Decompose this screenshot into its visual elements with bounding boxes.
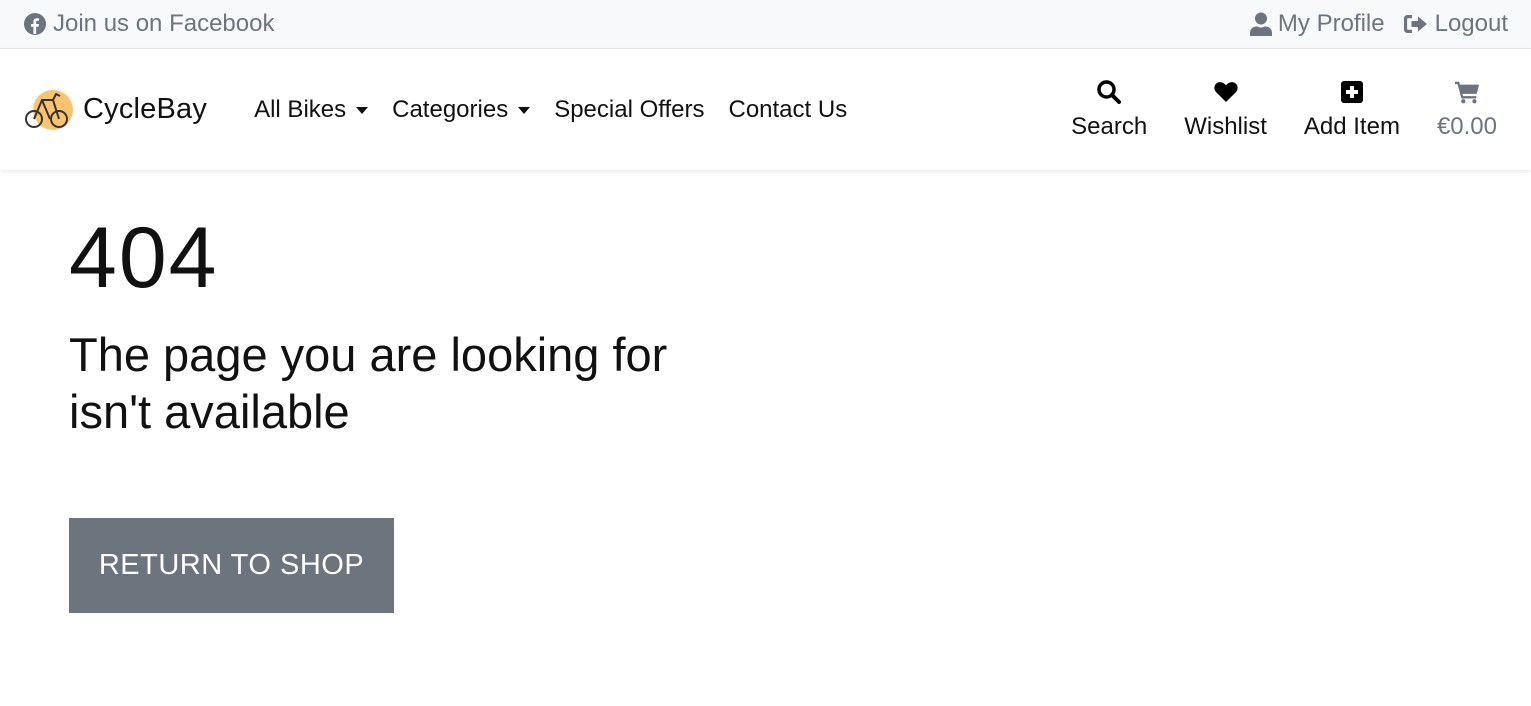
heart-icon <box>1213 81 1238 102</box>
facebook-link[interactable]: Join us on Facebook <box>23 10 274 38</box>
my-profile-label: My Profile <box>1277 10 1385 37</box>
wishlist-button[interactable]: Wishlist <box>1184 79 1267 141</box>
search-label: Search <box>1071 112 1148 140</box>
cart-button[interactable]: €0.00 <box>1437 79 1497 141</box>
nav-special-offers[interactable]: Special Offers <box>554 96 704 124</box>
user-icon <box>1249 12 1272 36</box>
nav-categories-label: Categories <box>392 95 509 123</box>
facebook-link-label: Join us on Facebook <box>53 10 275 37</box>
cart-icon <box>1454 81 1480 103</box>
caret-down-icon <box>356 107 369 114</box>
nav-categories-dropdown[interactable]: Categories <box>392 95 531 124</box>
return-to-shop-button[interactable]: RETURN TO SHOP <box>69 518 394 613</box>
error-code: 404 <box>69 210 219 306</box>
error-page-content: 404 The page you are looking for isn't a… <box>0 170 1531 613</box>
nav-all-bikes-label: All Bikes <box>254 95 347 123</box>
brand-name: CycleBay <box>83 93 208 125</box>
nav-contact-us-label: Contact Us <box>728 95 848 123</box>
plus-square-icon <box>1340 80 1363 103</box>
caret-down-icon <box>518 107 531 114</box>
add-item-button[interactable]: Add Item <box>1304 79 1400 141</box>
brand-home-link[interactable]: CycleBay <box>23 88 207 132</box>
search-button[interactable]: Search <box>1071 79 1147 141</box>
add-item-label: Add Item <box>1303 112 1400 140</box>
nav-links: All Bikes Categories Special Offers Cont… <box>254 96 871 124</box>
main-navbar: CycleBay All Bikes Categories Special Of… <box>0 49 1531 170</box>
bicycle-logo-icon <box>25 89 73 130</box>
error-message: The page you are looking for isn't avail… <box>69 328 668 438</box>
nav-all-bikes-dropdown[interactable]: All Bikes <box>254 95 369 124</box>
cart-total: €0.00 <box>1436 112 1497 140</box>
logout-link[interactable]: Logout <box>1403 10 1508 38</box>
search-icon <box>1097 79 1122 104</box>
nav-special-offers-label: Special Offers <box>554 95 705 123</box>
wishlist-label: Wishlist <box>1184 112 1267 140</box>
my-profile-link[interactable]: My Profile <box>1249 10 1385 38</box>
nav-contact-us[interactable]: Contact Us <box>728 96 847 124</box>
sign-out-icon <box>1403 15 1427 33</box>
nav-actions: Search Wishlist Add Item €0.00 <box>1071 79 1497 141</box>
top-bar: Join us on Facebook My Profile Logout <box>0 0 1531 49</box>
logout-label: Logout <box>1434 10 1508 37</box>
facebook-icon <box>24 13 46 35</box>
